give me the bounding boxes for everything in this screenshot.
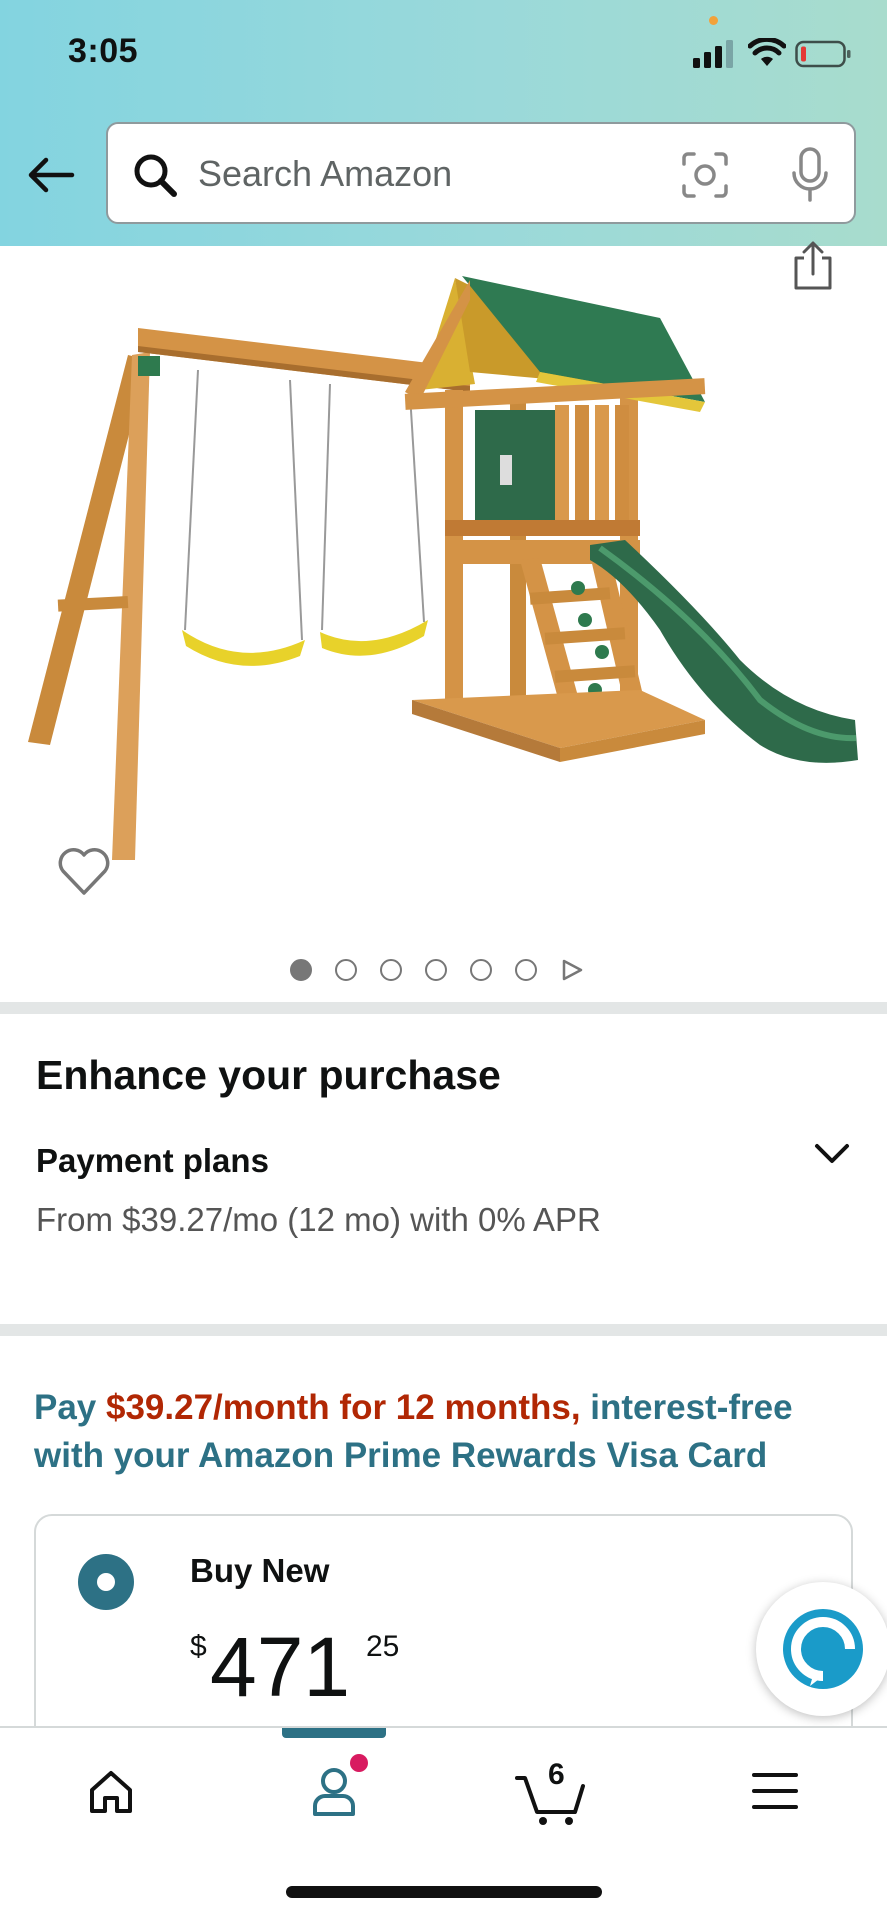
battery-icon xyxy=(795,40,851,68)
camera-search-icon[interactable] xyxy=(680,150,730,200)
alexa-icon xyxy=(783,1609,863,1689)
home-icon xyxy=(90,1771,132,1813)
back-arrow-icon[interactable] xyxy=(26,150,76,200)
section-divider xyxy=(0,1324,887,1336)
chevron-down-icon[interactable] xyxy=(812,1138,852,1168)
payment-plans-title[interactable]: Payment plans xyxy=(36,1142,269,1180)
microphone-icon[interactable] xyxy=(788,146,832,204)
wifi-icon xyxy=(748,38,786,66)
price-currency: $ xyxy=(190,1630,207,1663)
carousel-dot[interactable] xyxy=(470,959,492,981)
cart-count: 6 xyxy=(548,1758,565,1791)
account-icon xyxy=(313,1768,355,1816)
privacy-indicator-dot xyxy=(709,16,718,25)
nav-home[interactable] xyxy=(56,1728,166,1848)
cellular-signal-icon xyxy=(693,40,733,68)
search-bar[interactable] xyxy=(106,122,856,224)
alexa-button[interactable] xyxy=(756,1582,887,1716)
search-input[interactable] xyxy=(198,148,618,200)
payment-plans-text: From $39.27/mo (12 mo) with 0% APR xyxy=(36,1201,601,1238)
carousel-dot[interactable] xyxy=(515,959,537,981)
search-icon xyxy=(134,154,177,197)
carousel-dot[interactable] xyxy=(380,959,402,981)
buy-new-radio[interactable] xyxy=(78,1554,134,1610)
nav-menu[interactable] xyxy=(720,1728,830,1848)
section-title: Enhance your purchase xyxy=(36,1052,501,1098)
buy-new-label: Buy New xyxy=(190,1552,330,1589)
share-icon[interactable] xyxy=(790,240,836,292)
carousel-dot[interactable] xyxy=(335,959,357,981)
image-carousel-dots xyxy=(290,958,584,982)
home-indicator xyxy=(286,1886,602,1898)
prime-card-promo[interactable]: Pay $39.27/month for 12 months, interest… xyxy=(34,1384,854,1480)
app-header: 3:05 xyxy=(0,0,887,246)
status-time: 3:05 xyxy=(68,32,139,70)
product-image[interactable] xyxy=(0,246,887,866)
carousel-dot[interactable] xyxy=(425,959,447,981)
heart-icon[interactable] xyxy=(56,844,112,898)
carousel-dot[interactable] xyxy=(290,959,312,981)
price-whole: 471 xyxy=(210,1620,351,1714)
promo-highlight: $39.27/month for 12 months, xyxy=(106,1388,581,1427)
nav-account[interactable] xyxy=(279,1728,389,1848)
promo-text: Pay xyxy=(34,1388,106,1427)
menu-icon xyxy=(752,1773,798,1809)
video-play-icon[interactable] xyxy=(560,958,584,982)
price-fraction: 25 xyxy=(366,1630,400,1663)
notification-dot xyxy=(350,1754,368,1772)
section-divider xyxy=(0,1002,887,1014)
